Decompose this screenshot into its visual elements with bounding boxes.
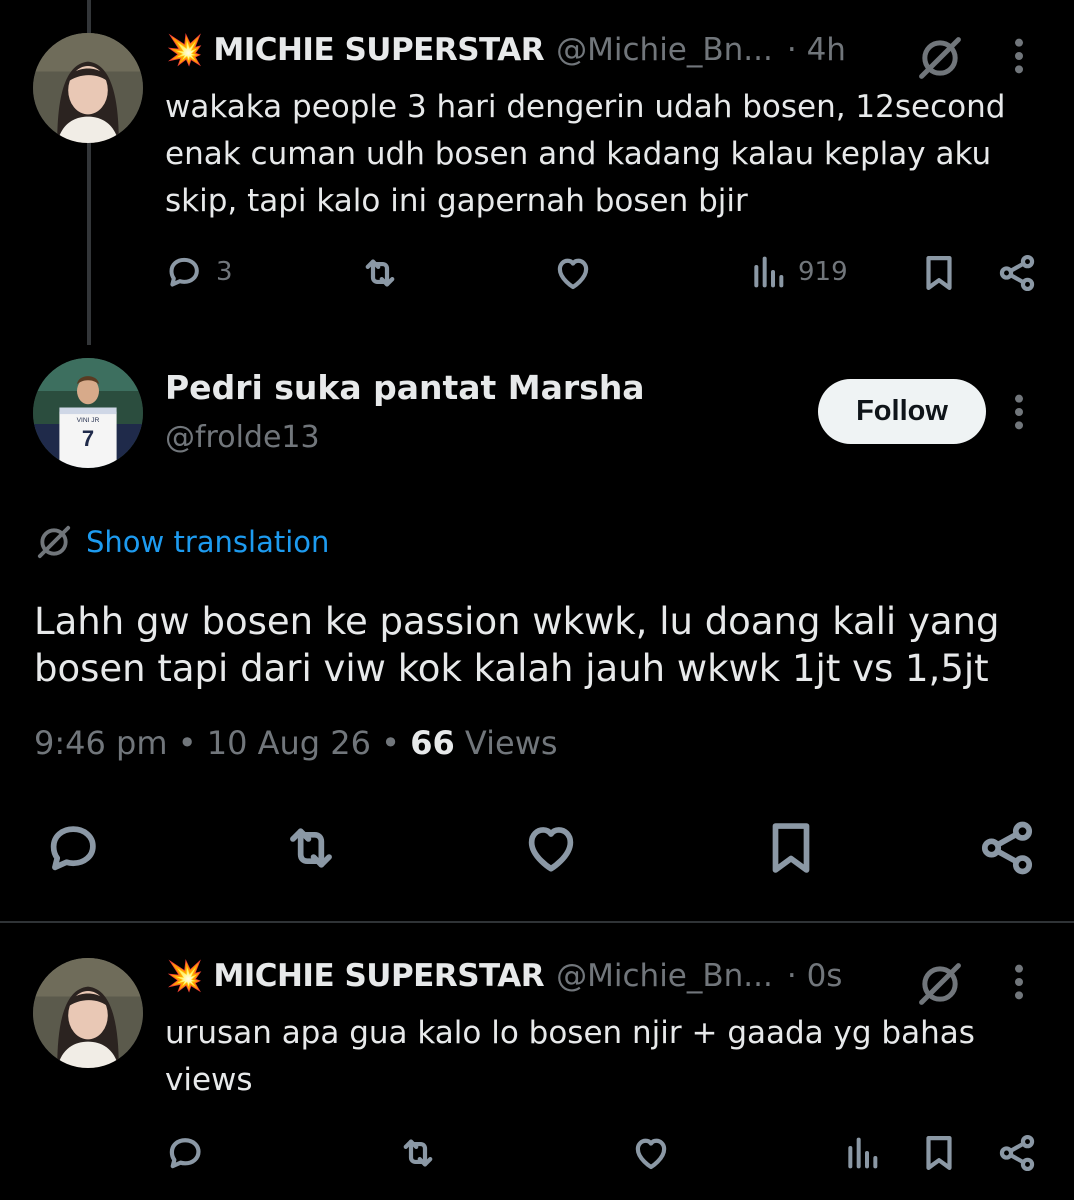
views-label: Views (464, 724, 558, 762)
reply1-text: wakaka people 3 hari dengerin udah bosen… (165, 89, 1006, 219)
grok-icon[interactable] (914, 32, 966, 84)
explosion-emoji-icon: 💥 (166, 958, 204, 994)
heart-icon[interactable] (630, 1132, 672, 1174)
post-time[interactable]: · 0s (787, 958, 843, 994)
views-count: 919 (798, 257, 848, 287)
more-vertical-icon[interactable] (1011, 36, 1027, 76)
analytics-icon (748, 252, 788, 292)
grok-icon (34, 522, 74, 562)
follow-button[interactable]: Follow (818, 379, 986, 444)
grok-icon[interactable] (914, 958, 966, 1010)
display-name[interactable]: MICHIE SUPERSTAR (213, 32, 544, 68)
show-translation-label: Show translation (86, 525, 330, 559)
analytics-icon[interactable] (842, 1132, 882, 1174)
display-name[interactable]: Pedri suka pantat Marsha (165, 368, 645, 407)
jersey-number: 7 (82, 426, 94, 451)
explosion-emoji-icon: 💥 (166, 32, 204, 68)
repost-icon[interactable] (358, 252, 402, 294)
heart-icon[interactable] (552, 252, 594, 294)
views-count[interactable]: 66 (410, 724, 455, 762)
repost-icon[interactable] (278, 817, 344, 879)
user-handle[interactable]: @Michie_Bn... (556, 958, 773, 994)
section-divider (0, 921, 1074, 923)
bookmark-icon[interactable] (918, 1132, 960, 1174)
tweet-timestamp: 9:46 pm • 10 Aug 26 • 66 Views (34, 724, 558, 762)
more-vertical-icon[interactable] (1011, 962, 1027, 1002)
main-tweet-text: Lahh gw bosen ke passion wkwk, lu doang … (34, 600, 1000, 690)
share-icon[interactable] (996, 252, 1038, 294)
reply1-header: 💥 MICHIE SUPERSTAR @Michie_Bn... · 4h (166, 32, 894, 68)
user-handle[interactable]: @Michie_Bn... (556, 32, 773, 68)
avatar[interactable]: VINI JR 7 (33, 358, 143, 468)
avatar-image (33, 33, 143, 143)
bookmark-icon[interactable] (918, 252, 960, 294)
more-vertical-icon[interactable] (1011, 392, 1027, 432)
display-name[interactable]: MICHIE SUPERSTAR (213, 958, 544, 994)
avatar-image (33, 958, 143, 1068)
comment-icon[interactable] (42, 817, 104, 879)
avatar[interactable] (33, 958, 143, 1068)
post-time[interactable]: 9:46 pm (34, 724, 168, 762)
reply2-header: 💥 MICHIE SUPERSTAR @Michie_Bn... · 0s (166, 958, 894, 994)
jersey-text: VINI JR (77, 417, 100, 424)
reply2-text: urusan apa gua kalo lo bosen njir + gaad… (165, 1015, 975, 1098)
reply-count: 3 (216, 257, 233, 287)
heart-icon[interactable] (520, 817, 582, 879)
post-date[interactable]: 10 Aug 26 (207, 724, 371, 762)
avatar[interactable] (33, 33, 143, 143)
comment-icon[interactable] (164, 1132, 206, 1174)
repost-icon[interactable] (396, 1132, 440, 1174)
comment-icon (164, 252, 204, 292)
share-icon[interactable] (976, 817, 1038, 879)
views-button[interactable]: 919 (748, 252, 848, 292)
reply-button[interactable]: 3 (164, 252, 233, 292)
bookmark-icon[interactable] (760, 817, 822, 879)
avatar-image: VINI JR 7 (33, 358, 143, 468)
post-time[interactable]: · 4h (787, 32, 846, 68)
user-handle[interactable]: @frolde13 (165, 420, 320, 455)
share-icon[interactable] (996, 1132, 1038, 1174)
show-translation-link[interactable]: Show translation (34, 522, 329, 562)
